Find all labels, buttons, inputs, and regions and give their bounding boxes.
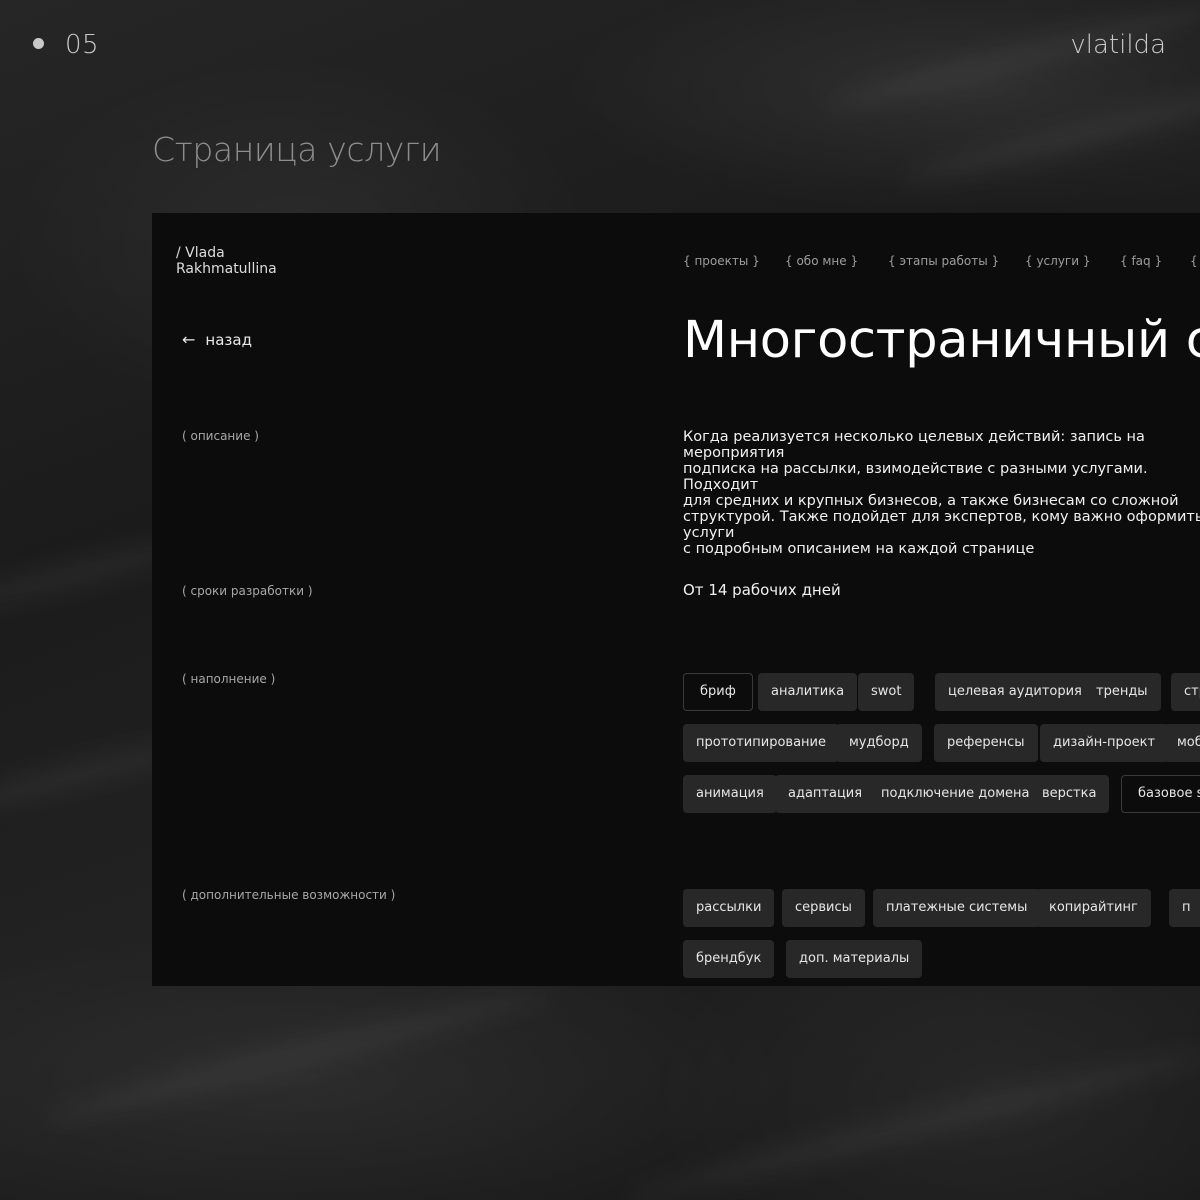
tag-mailings[interactable]: рассылки (683, 889, 775, 927)
tag-domain-connection[interactable]: подключение домена (868, 775, 1043, 813)
label-terms: ( сроки разработки ) (182, 584, 313, 598)
arrow-left-icon: ← (182, 330, 196, 349)
nav-about[interactable]: { обо мне } (785, 254, 858, 268)
section-title: Страница услуги (152, 130, 442, 169)
tag-design-project[interactable]: дизайн-проект (1040, 724, 1169, 762)
back-link[interactable]: ← назад (182, 330, 252, 349)
tag-copywriting[interactable]: копирайтинг (1036, 889, 1151, 927)
slide-number: 05 (65, 30, 100, 60)
back-label: назад (205, 330, 252, 349)
description-line: Когда реализуется несколько целевых дейс… (683, 429, 1145, 461)
nav-faq[interactable]: { faq } (1120, 254, 1162, 268)
tag-analytics[interactable]: аналитика (758, 673, 858, 711)
description-line: подписка на рассылки, взимодействие с ра… (683, 461, 1148, 493)
logo-line-2: Rakhmatullina (176, 261, 277, 277)
tag-adaptation[interactable]: адаптация (775, 775, 876, 813)
site-screenshot-panel: / Vlada Rakhmatullina { проекты } { обо … (152, 213, 1200, 986)
slide-dot-icon (33, 38, 44, 49)
description-line: с подробным описанием на каждой странице (683, 541, 1035, 557)
tag-extra-more[interactable]: п (1169, 889, 1200, 927)
nav-services[interactable]: { услуги } (1025, 254, 1090, 268)
description-line: для средних и крупных бизнесов, а также … (683, 493, 1179, 509)
tag-services[interactable]: сервисы (782, 889, 865, 927)
page-title: Многостраничный сай (683, 311, 1200, 370)
nav-stages[interactable]: { этапы работы } (888, 254, 999, 268)
tag-trends[interactable]: тренды (1083, 673, 1161, 711)
tag-basic-seo[interactable]: базовое se (1121, 775, 1200, 813)
tag-extra-materials[interactable]: доп. материалы (786, 940, 923, 978)
tag-mobile[interactable]: моби (1164, 724, 1200, 762)
tag-structure[interactable]: стр (1171, 673, 1200, 711)
brand-name: vlatilda (1070, 30, 1166, 60)
tag-brandbook[interactable]: брендбук (683, 940, 775, 978)
nav-projects[interactable]: { проекты } (683, 254, 760, 268)
logo-line-1: / Vlada (176, 245, 225, 261)
tag-prototyping[interactable]: прототипирование (683, 724, 839, 762)
label-extras: ( дополнительные возможности ) (182, 888, 396, 902)
site-logo[interactable]: / Vlada Rakhmatullina (176, 245, 277, 277)
service-description: Когда реализуется несколько целевых дейс… (683, 429, 1200, 557)
tag-moodboard[interactable]: мудборд (836, 724, 922, 762)
label-description: ( описание ) (182, 429, 259, 443)
description-line: структурой. Также подойдет для экспертов… (683, 509, 1200, 541)
tag-payment-systems[interactable]: платежные системы (873, 889, 1041, 927)
label-content: ( наполнение ) (182, 672, 276, 686)
tag-animation[interactable]: анимация (683, 775, 777, 813)
tag-references[interactable]: референсы (934, 724, 1038, 762)
tag-swot[interactable]: swot (858, 673, 915, 711)
tag-target-audience[interactable]: целевая аудитория (935, 673, 1095, 711)
nav-more[interactable]: { (1190, 254, 1198, 268)
tag-markup[interactable]: верстка (1029, 775, 1110, 813)
development-terms: От 14 рабочих дней (683, 581, 841, 599)
tag-brief[interactable]: бриф (683, 673, 753, 711)
